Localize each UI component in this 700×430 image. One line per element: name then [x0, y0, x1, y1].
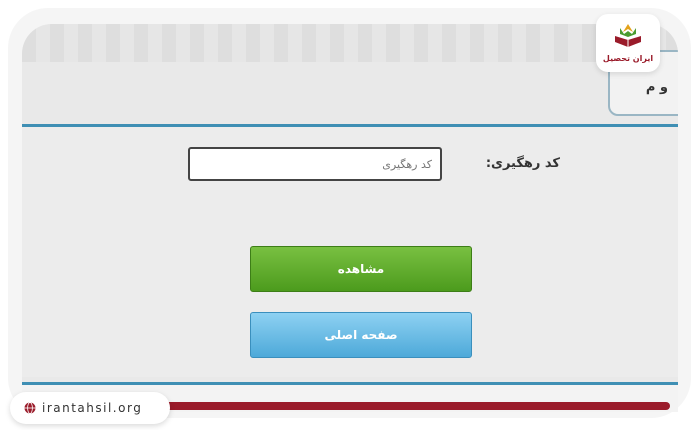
brand-logo: ایران تحصیل — [596, 14, 660, 72]
globe-icon — [24, 402, 36, 414]
book-logo-icon — [615, 24, 641, 47]
tracking-panel: و م کد رهگیری: مشاهده صفحه اصلی — [22, 24, 678, 412]
logo-text: ایران تحصیل — [602, 54, 654, 63]
tracking-code-input[interactable] — [188, 147, 442, 181]
view-button[interactable]: مشاهده — [250, 246, 472, 292]
panel-header — [22, 24, 678, 62]
home-page-button[interactable]: صفحه اصلی — [250, 312, 472, 358]
footer-accent-bar — [160, 402, 670, 410]
panel-tab-title: و م — [645, 80, 668, 95]
tracking-code-label: کد رهگیری: — [485, 156, 560, 171]
website-badge[interactable]: irantahsil.org — [10, 392, 170, 424]
website-url: irantahsil.org — [42, 401, 143, 415]
